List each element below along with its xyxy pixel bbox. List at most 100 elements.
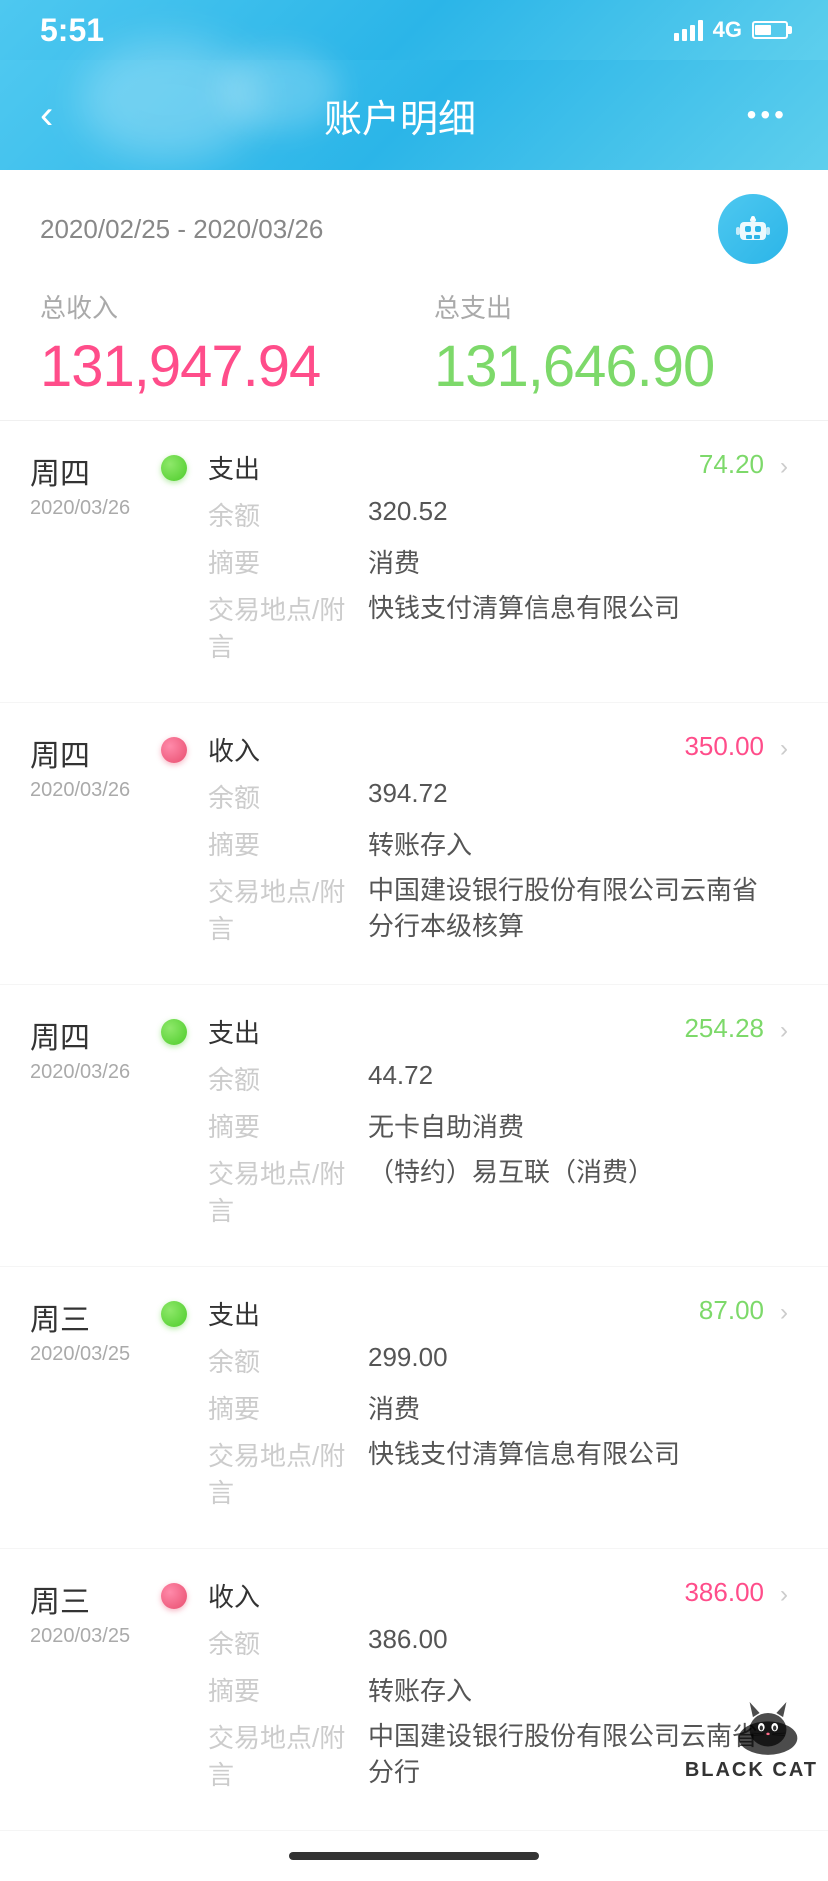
tx-balance-row: 余额 394.72 xyxy=(208,778,764,815)
tx-type-row: 支出 74.20 xyxy=(208,449,764,486)
tx-summary-row: 摘要 消费 xyxy=(208,1389,764,1426)
tx-location-row: 交易地点/附言 （特约）易互联（消费） xyxy=(208,1154,764,1228)
tx-date: 2020/03/25 xyxy=(30,1625,140,1648)
tx-date-col: 周四 2020/03/26 xyxy=(30,731,140,802)
tx-day-name: 周四 xyxy=(30,731,140,775)
home-indicator xyxy=(0,1831,828,1881)
tx-balance: 386.00 xyxy=(368,1624,448,1661)
tx-date-col: 周四 2020/03/26 xyxy=(30,1013,140,1084)
tx-dot-col xyxy=(156,1577,192,1609)
tx-date: 2020/03/25 xyxy=(30,1343,140,1366)
tx-amount: 74.20 xyxy=(699,449,764,486)
tx-summary: 转账存入 xyxy=(368,825,472,862)
summary-label: 摘要 xyxy=(208,543,368,580)
tx-summary: 消费 xyxy=(368,543,420,580)
tx-type-row: 支出 254.28 xyxy=(208,1013,764,1050)
chevron-right-icon: › xyxy=(780,1013,788,1045)
summary-label: 摘要 xyxy=(208,1107,368,1144)
location-label: 交易地点/附言 xyxy=(208,1154,368,1228)
tx-dot-col xyxy=(156,1013,192,1045)
income-amount: 131,947.94 xyxy=(40,333,394,400)
status-time: 5:51 xyxy=(40,12,104,49)
income-label: 总收入 xyxy=(40,288,394,325)
black-cat-logo-icon xyxy=(718,1692,818,1759)
location-label: 交易地点/附言 xyxy=(208,1436,368,1510)
tx-type: 支出 xyxy=(208,1295,260,1332)
tx-date: 2020/03/26 xyxy=(30,1061,140,1084)
status-icons: 4G xyxy=(674,17,788,43)
tx-summary-row: 摘要 消费 xyxy=(208,543,764,580)
home-bar[interactable] xyxy=(289,1852,539,1860)
transactions-list: 周四 2020/03/26 支出 74.20 余额 320.52 摘要 消费 交… xyxy=(0,421,828,1831)
tx-balance: 299.00 xyxy=(368,1342,448,1379)
tx-date-col: 周四 2020/03/26 xyxy=(30,449,140,520)
summary-section: 2020/02/25 - 2020/03/26 总收入 131,947.94 总… xyxy=(0,170,828,421)
tx-summary-row: 摘要 无卡自助消费 xyxy=(208,1107,764,1144)
table-row[interactable]: 周四 2020/03/26 支出 254.28 余额 44.72 摘要 无卡自助… xyxy=(0,985,828,1267)
tx-location-row: 交易地点/附言 快钱支付清算信息有限公司 xyxy=(208,1436,764,1510)
tx-amount: 254.28 xyxy=(684,1013,764,1050)
tx-amount: 87.00 xyxy=(699,1295,764,1332)
tx-details: 收入 350.00 余额 394.72 摘要 转账存入 交易地点/附言 中国建设… xyxy=(208,731,764,956)
black-cat-watermark: BLACK CAT xyxy=(648,1682,828,1792)
location-label: 交易地点/附言 xyxy=(208,1718,368,1792)
tx-balance: 320.52 xyxy=(368,496,448,533)
tx-location: 快钱支付清算信息有限公司 xyxy=(368,1436,764,1510)
tx-location-row: 交易地点/附言 中国建设银行股份有限公司云南省分行本级核算 xyxy=(208,872,764,946)
chevron-right-icon: › xyxy=(780,1295,788,1327)
tx-balance-row: 余额 299.00 xyxy=(208,1342,764,1379)
battery-icon xyxy=(752,21,788,39)
tx-dot-col xyxy=(156,1295,192,1327)
income-col: 总收入 131,947.94 xyxy=(40,288,394,400)
tx-summary: 消费 xyxy=(368,1389,420,1426)
tx-summary: 转账存入 xyxy=(368,1671,472,1708)
income-dot-icon xyxy=(161,1583,187,1609)
location-label: 交易地点/附言 xyxy=(208,590,368,664)
table-row[interactable]: 周三 2020/03/25 支出 87.00 余额 299.00 摘要 消费 交… xyxy=(0,1267,828,1549)
date-range[interactable]: 2020/02/25 - 2020/03/26 xyxy=(40,214,323,245)
tx-location: 中国建设银行股份有限公司云南省分行本级核算 xyxy=(368,872,764,946)
header: ‹ 账户明细 ••• xyxy=(0,60,828,170)
tx-summary-row: 摘要 转账存入 xyxy=(208,825,764,862)
income-dot-icon xyxy=(161,737,187,763)
black-cat-label: BLACK CAT xyxy=(685,1759,818,1782)
date-range-row: 2020/02/25 - 2020/03/26 xyxy=(40,194,788,264)
tx-day-name: 周三 xyxy=(30,1295,140,1339)
tx-type: 支出 xyxy=(208,1013,260,1050)
robot-button[interactable] xyxy=(718,194,788,264)
tx-location: （特约）易互联（消费） xyxy=(368,1154,764,1228)
tx-date: 2020/03/26 xyxy=(30,497,140,520)
tx-location: 快钱支付清算信息有限公司 xyxy=(368,590,764,664)
tx-day-name: 周三 xyxy=(30,1577,140,1621)
page-title: 账户明细 xyxy=(324,88,476,143)
tx-balance: 394.72 xyxy=(368,778,448,815)
chevron-right-icon: › xyxy=(780,449,788,481)
tx-date-col: 周三 2020/03/25 xyxy=(30,1295,140,1366)
tx-summary: 无卡自助消费 xyxy=(368,1107,524,1144)
tx-balance-row: 余额 44.72 xyxy=(208,1060,764,1097)
back-button[interactable]: ‹ xyxy=(40,95,53,135)
chevron-right-icon: › xyxy=(780,731,788,763)
expense-dot-icon xyxy=(161,1301,187,1327)
tx-day-name: 周四 xyxy=(30,449,140,493)
tx-type: 支出 xyxy=(208,449,260,486)
tx-amount: 386.00 xyxy=(684,1577,764,1614)
tx-type-row: 收入 350.00 xyxy=(208,731,764,768)
tx-day-name: 周四 xyxy=(30,1013,140,1057)
table-row[interactable]: 周四 2020/03/26 收入 350.00 余额 394.72 摘要 转账存… xyxy=(0,703,828,985)
expense-amount: 131,646.90 xyxy=(434,333,788,400)
tx-type: 收入 xyxy=(208,1577,260,1614)
more-button[interactable]: ••• xyxy=(747,99,788,131)
tx-type-row: 支出 87.00 xyxy=(208,1295,764,1332)
tx-details: 支出 87.00 余额 299.00 摘要 消费 交易地点/附言 快钱支付清算信… xyxy=(208,1295,764,1520)
summary-label: 摘要 xyxy=(208,1671,368,1708)
tx-balance-row: 余额 386.00 xyxy=(208,1624,764,1661)
tx-details: 支出 254.28 余额 44.72 摘要 无卡自助消费 交易地点/附言 （特约… xyxy=(208,1013,764,1238)
signal-icon xyxy=(674,19,703,41)
chevron-right-icon: › xyxy=(780,1577,788,1609)
balance-label: 余额 xyxy=(208,778,368,815)
expense-col: 总支出 131,646.90 xyxy=(434,288,788,400)
tx-date-col: 周三 2020/03/25 xyxy=(30,1577,140,1648)
table-row[interactable]: 周四 2020/03/26 支出 74.20 余额 320.52 摘要 消费 交… xyxy=(0,421,828,703)
location-label: 交易地点/附言 xyxy=(208,872,368,946)
